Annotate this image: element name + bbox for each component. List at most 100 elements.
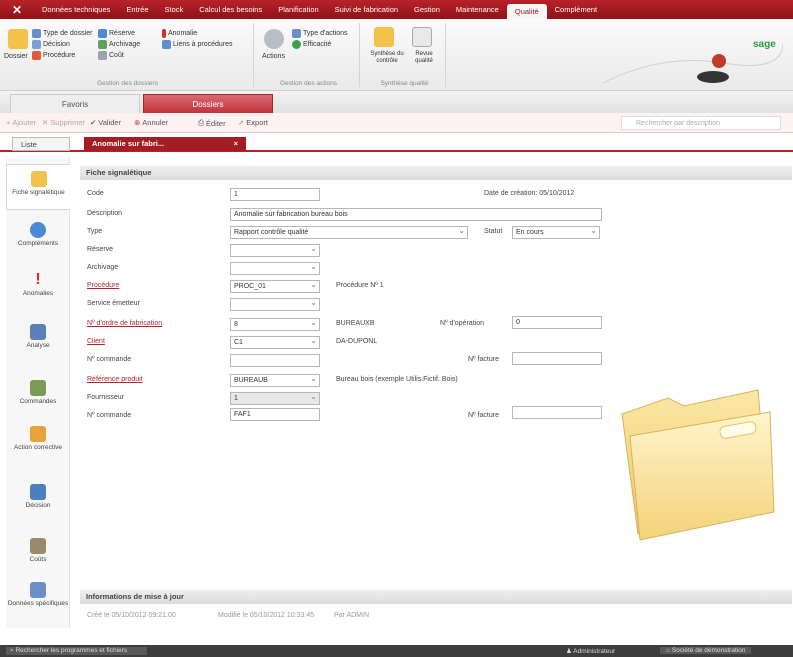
- app-logo-icon[interactable]: ✕: [0, 0, 34, 19]
- client-select[interactable]: C1: [230, 336, 320, 349]
- of-link[interactable]: Nº d'ordre de fabrication: [87, 320, 162, 327]
- facture1-field[interactable]: [512, 352, 602, 365]
- liens-procedures-button[interactable]: Liens à procédures: [162, 40, 233, 49]
- revue-qualite-button[interactable]: Revue qualité: [408, 51, 440, 65]
- add-button[interactable]: + Ajouter: [6, 118, 36, 127]
- procedure-button[interactable]: Procédure: [32, 51, 75, 60]
- edit-button[interactable]: ⎙ Éditer: [198, 118, 226, 128]
- reference-produit-select[interactable]: BUREAUB: [230, 374, 320, 387]
- reserve-icon: [98, 29, 107, 38]
- tab-suivi-de-fabrication[interactable]: Suivi de fabrication: [327, 0, 406, 19]
- procedure-link[interactable]: Procédure: [87, 282, 119, 289]
- globe-icon: [30, 222, 46, 238]
- decision-button[interactable]: Décision: [32, 40, 70, 49]
- view-tabs: Favoris Dossiers: [0, 91, 793, 113]
- document-tabs: Liste Anomalie sur fabri... ×: [0, 136, 793, 152]
- tab-gestion[interactable]: Gestion: [406, 0, 448, 19]
- commande2-label: Nº commande: [87, 412, 132, 419]
- service-select[interactable]: [230, 298, 320, 311]
- close-tab-icon[interactable]: ×: [234, 137, 238, 151]
- couts-icon: [30, 538, 46, 554]
- created-info: Créé le 05/10/2012 09:21:00: [87, 612, 176, 619]
- company-indicator[interactable]: ⌂ Société de démonstration: [660, 647, 752, 654]
- reserve-button[interactable]: Réserve: [98, 29, 135, 38]
- type-actions-button[interactable]: Type d'actions: [292, 29, 348, 38]
- client-description: DA-DUPONL: [336, 338, 378, 345]
- creation-date: Date de création: 05/10/2012: [484, 190, 575, 197]
- validate-button[interactable]: ✔ Valider: [90, 118, 121, 127]
- nav-couts[interactable]: Coûts: [6, 538, 70, 563]
- nav-fiche-signaletique[interactable]: Fiche signalétique: [6, 164, 70, 210]
- efficacite-button[interactable]: Efficacité: [292, 40, 331, 49]
- left-navigation: Fiche signalétique Compléments ! Anomalie…: [6, 158, 70, 628]
- cout-button[interactable]: Coût: [98, 51, 124, 60]
- delete-icon: ✕: [42, 118, 49, 127]
- tab-qualite[interactable]: Qualité: [506, 4, 547, 19]
- description-field[interactable]: Anomalie sur fabrication bureau bois: [230, 208, 602, 221]
- reference-produit-link[interactable]: Référence produit: [87, 376, 143, 383]
- tab-dossiers[interactable]: Dossiers: [143, 94, 273, 113]
- nav-anomalies[interactable]: ! Anomalies: [6, 272, 70, 298]
- delete-button[interactable]: ✕ Supprimer: [42, 118, 85, 127]
- windows-search-input[interactable]: ⌕ Rechercher les programmes et fichiers: [6, 647, 148, 655]
- update-info-title: Informations de mise à jour: [80, 590, 792, 604]
- exclamation-icon: [162, 29, 166, 38]
- facture2-field[interactable]: [512, 406, 602, 419]
- efficacite-icon: [292, 40, 301, 49]
- group-caption-actions: Gestion des actions: [279, 80, 338, 87]
- nav-complements[interactable]: Compléments: [6, 222, 70, 247]
- group-caption-dossiers: Gestion des dossiers: [97, 80, 158, 87]
- synthese-controle-button[interactable]: Synthèse du contrôle: [368, 51, 406, 65]
- procedure-select[interactable]: PROC_01: [230, 280, 320, 293]
- synthese-controle-icon: [374, 27, 394, 47]
- tab-entree[interactable]: Entrée: [118, 0, 156, 19]
- print-icon: ⎙: [198, 118, 204, 127]
- procedure-icon: [32, 51, 41, 60]
- taskbar: ⌕ Rechercher les programmes et fichiers …: [0, 645, 793, 657]
- cancel-icon: ⊗: [134, 118, 141, 127]
- tab-calcul-des-besoins[interactable]: Calcul des besoins: [191, 0, 270, 19]
- user-indicator: ♟ Administrateur: [566, 648, 616, 655]
- type-select[interactable]: Rapport contrôle qualité: [230, 226, 468, 239]
- nav-analyse[interactable]: Analyse: [6, 324, 70, 349]
- reserve-select[interactable]: [230, 244, 320, 257]
- statut-select[interactable]: En cours: [512, 226, 600, 239]
- record-toolbar: + Ajouter ✕ Supprimer ✔ Valider ⊗ Annuler ⎙ É…: [0, 113, 793, 133]
- commande1-field[interactable]: [230, 354, 320, 367]
- tab-donnees-techniques[interactable]: Données techniques: [34, 0, 118, 19]
- actions-button[interactable]: Actions: [262, 53, 285, 60]
- nav-donnees-specifiques[interactable]: Données spécifiques: [6, 582, 70, 607]
- tab-anomalie-document[interactable]: Anomalie sur fabri... ×: [84, 137, 246, 151]
- revue-qualite-icon: [412, 27, 432, 47]
- tab-favoris[interactable]: Favoris: [10, 94, 140, 113]
- search-input[interactable]: Rechercher par description: [621, 116, 781, 130]
- section-title: Fiche signalétique: [80, 166, 792, 180]
- tab-planification[interactable]: Planification: [270, 0, 326, 19]
- type-de-dossier-button[interactable]: Type de dossier: [32, 29, 92, 38]
- nav-commandes[interactable]: Commandes: [6, 380, 70, 405]
- commandes-icon: [30, 380, 46, 396]
- dossier-button[interactable]: Dossier: [4, 53, 28, 60]
- tab-liste[interactable]: Liste: [12, 137, 70, 151]
- nav-action-corrective[interactable]: Action corrective: [6, 426, 70, 451]
- ribbon-group-dossiers: Dossier Type de dossier Décision Procédu…: [2, 23, 254, 87]
- operation-field[interactable]: 0: [512, 316, 602, 329]
- tab-anomalie-label: Anomalie sur fabri...: [92, 139, 165, 148]
- fournisseur-select[interactable]: 1: [230, 392, 320, 405]
- nav-decision[interactable]: Décision: [6, 484, 70, 509]
- type-actions-icon: [292, 29, 301, 38]
- cancel-button[interactable]: ⊗ Annuler: [134, 118, 168, 127]
- tab-complement[interactable]: Complément: [547, 0, 606, 19]
- archivage-select[interactable]: [230, 262, 320, 275]
- client-link[interactable]: Client: [87, 338, 105, 345]
- tab-maintenance[interactable]: Maintenance: [448, 0, 507, 19]
- record-form: Fiche signalétique Code 1 Date de créati…: [72, 158, 793, 628]
- tab-stock[interactable]: Stock: [157, 0, 192, 19]
- commande2-field[interactable]: FAF1: [230, 408, 320, 421]
- archivage-button[interactable]: Archivage: [98, 40, 140, 49]
- statut-label: Statut: [484, 228, 503, 235]
- anomalie-button[interactable]: Anomalie: [162, 29, 197, 38]
- of-select[interactable]: 8: [230, 318, 320, 331]
- code-field[interactable]: 1: [230, 188, 320, 201]
- export-button[interactable]: ➚ Export: [238, 118, 268, 127]
